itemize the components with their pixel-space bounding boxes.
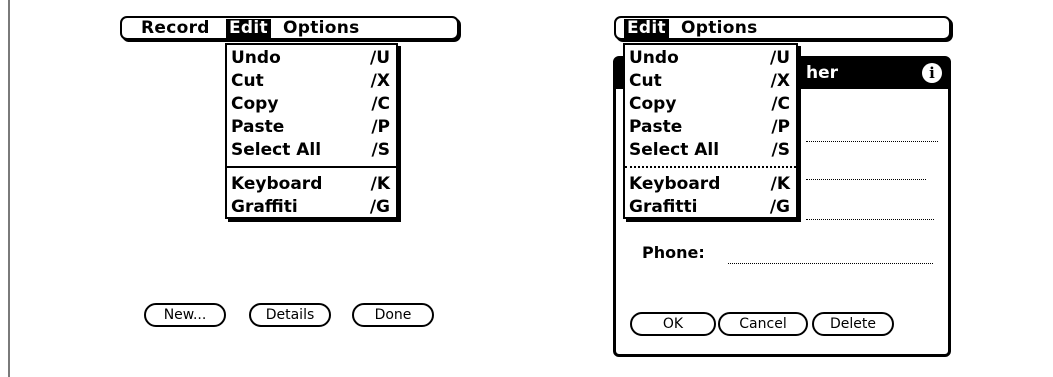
- shortcut-label: ∕X: [770, 71, 790, 91]
- menu-item-label: Undo: [231, 48, 281, 68]
- menu-item-keyboard[interactable]: Keyboard ∕K: [629, 173, 790, 196]
- dialog-title: her: [806, 63, 839, 83]
- field-line: [806, 179, 926, 180]
- shortcut-label: ∕S: [371, 140, 390, 160]
- menu-item-label: Graffiti: [231, 197, 298, 217]
- menu-item-label: Paste: [231, 117, 285, 137]
- field-line: [806, 141, 938, 142]
- menu-item-label: Cut: [231, 71, 264, 91]
- menu-item-label: Select All: [629, 140, 720, 160]
- menu-options[interactable]: Options: [678, 19, 761, 38]
- menu-item-copy[interactable]: Copy ∕C: [629, 93, 790, 116]
- menu-item-keyboard[interactable]: Keyboard ∕K: [231, 173, 390, 196]
- shortcut-label: ∕P: [371, 117, 390, 137]
- delete-button[interactable]: Delete: [812, 312, 894, 336]
- menu-edit[interactable]: Edit: [226, 19, 271, 38]
- menu-options[interactable]: Options: [280, 19, 363, 38]
- menu-item-graffiti[interactable]: Grafitti ∕G: [629, 196, 790, 219]
- menu-item-select-all[interactable]: Select All ∕S: [629, 139, 790, 162]
- edit-menu-dropdown: Undo ∕U Cut ∕X Copy ∕C Paste ∕P Select A…: [225, 43, 398, 219]
- edit-menu-dropdown: Undo ∕U Cut ∕X Copy ∕C Paste ∕P Select A…: [623, 43, 798, 219]
- shortcut-label: ∕G: [369, 197, 390, 217]
- menu-item-label: Keyboard: [231, 174, 323, 194]
- info-icon[interactable]: i: [922, 63, 942, 83]
- shortcut-label: ∕K: [770, 174, 790, 194]
- details-button[interactable]: Details: [249, 303, 331, 327]
- menu-record[interactable]: Record: [138, 19, 213, 38]
- menu-separator: [227, 166, 396, 168]
- field-line: [806, 219, 934, 220]
- shortcut-label: ∕U: [769, 48, 790, 68]
- menu-item-paste[interactable]: Paste ∕P: [629, 116, 790, 139]
- menu-item-label: Paste: [629, 117, 683, 137]
- shortcut-label: ∕C: [371, 94, 390, 114]
- menu-bar: Edit Options: [614, 16, 951, 40]
- menu-item-undo[interactable]: Undo ∕U: [629, 47, 790, 70]
- menu-item-label: Grafitti: [629, 197, 698, 217]
- menu-item-label: Copy: [629, 94, 677, 114]
- menu-item-label: Undo: [629, 48, 679, 68]
- menu-item-copy[interactable]: Copy ∕C: [231, 93, 390, 116]
- shortcut-label: ∕G: [769, 197, 790, 217]
- ok-button[interactable]: OK: [630, 312, 716, 336]
- menu-item-label: Cut: [629, 71, 662, 91]
- phone-label: Phone:: [642, 243, 705, 262]
- menu-item-cut[interactable]: Cut ∕X: [231, 70, 390, 93]
- menu-separator: [625, 166, 796, 168]
- menu-edit[interactable]: Edit: [624, 19, 669, 38]
- shortcut-label: ∕C: [771, 94, 790, 114]
- menu-item-label: Keyboard: [629, 174, 721, 194]
- menu-item-undo[interactable]: Undo ∕U: [231, 47, 390, 70]
- shortcut-label: ∕P: [771, 117, 790, 137]
- done-button[interactable]: Done: [352, 303, 434, 327]
- shortcut-label: ∕X: [370, 71, 390, 91]
- new-button[interactable]: New...: [144, 303, 226, 327]
- left-edge-divider: [8, 0, 10, 377]
- menu-item-cut[interactable]: Cut ∕X: [629, 70, 790, 93]
- phone-field[interactable]: [728, 263, 933, 264]
- menu-item-select-all[interactable]: Select All ∕S: [231, 139, 390, 162]
- shortcut-label: ∕U: [369, 48, 390, 68]
- menu-item-label: Select All: [231, 140, 322, 160]
- menu-item-graffiti[interactable]: Graffiti ∕G: [231, 196, 390, 219]
- shortcut-label: ∕K: [370, 174, 390, 194]
- shortcut-label: ∕S: [771, 140, 790, 160]
- menu-bar: Record Edit Options: [120, 16, 459, 40]
- cancel-button[interactable]: Cancel: [718, 312, 808, 336]
- menu-item-paste[interactable]: Paste ∕P: [231, 116, 390, 139]
- menu-item-label: Copy: [231, 94, 279, 114]
